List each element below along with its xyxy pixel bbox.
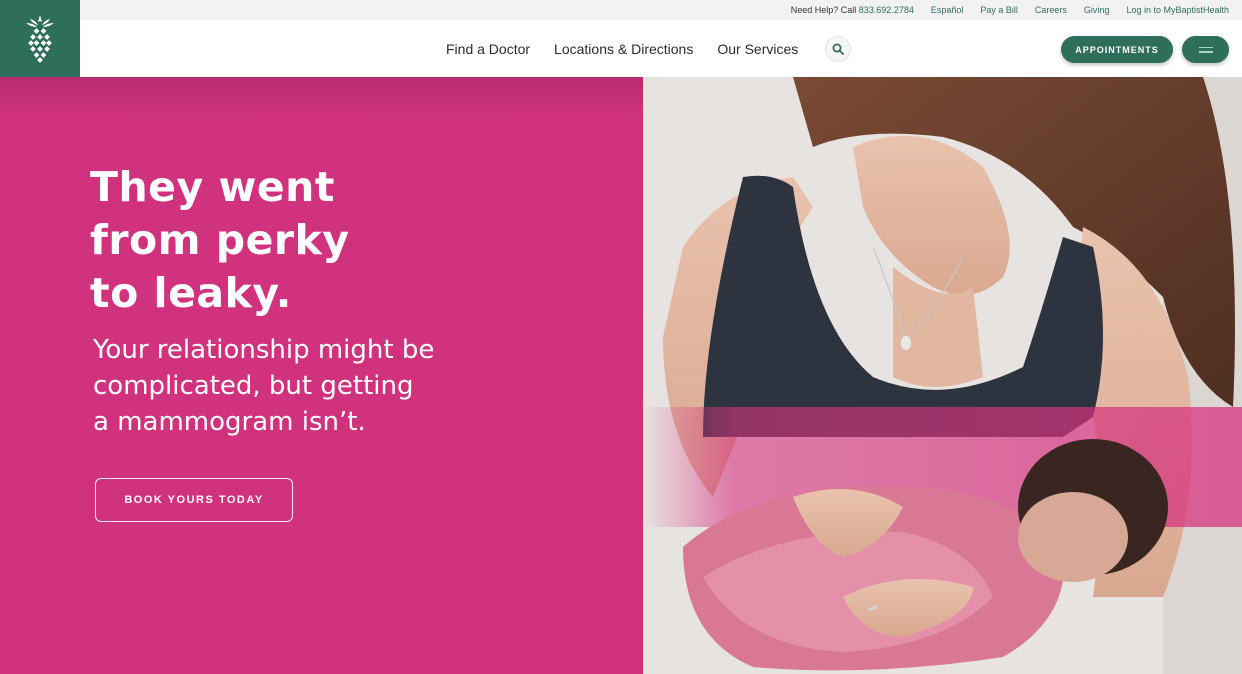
book-yours-today-button[interactable]: BOOK YOURS TODAY bbox=[95, 478, 293, 522]
pay-bill-link[interactable]: Pay a Bill bbox=[980, 5, 1018, 15]
help-label: Need Help? Call bbox=[790, 5, 857, 15]
hero-headline: They went from perky to leaky. bbox=[90, 161, 490, 320]
hero-photo bbox=[643, 77, 1242, 674]
headline-line: from perky bbox=[90, 216, 350, 264]
hamburger-menu-icon bbox=[1198, 46, 1213, 53]
hero-subhead: Your relationship might be complicated, … bbox=[93, 332, 513, 440]
headline-line: They went bbox=[90, 163, 335, 211]
search-button[interactable] bbox=[825, 36, 851, 62]
login-link[interactable]: Log in to MyBaptistHealth bbox=[1126, 5, 1229, 15]
menu-button[interactable] bbox=[1182, 36, 1229, 63]
giving-link[interactable]: Giving bbox=[1084, 5, 1110, 15]
help-text: Need Help? Call 833.692.2784 bbox=[791, 5, 914, 15]
utility-bar: Need Help? Call 833.692.2784 Español Pay… bbox=[80, 0, 1242, 20]
nav-find-doctor[interactable]: Find a Doctor bbox=[446, 41, 530, 57]
nav-services[interactable]: Our Services bbox=[717, 41, 798, 57]
mother-holding-newborn-photo bbox=[643, 77, 1242, 674]
careers-link[interactable]: Careers bbox=[1035, 5, 1067, 15]
appointments-button[interactable]: APPOINTMENTS bbox=[1061, 36, 1173, 63]
search-icon bbox=[832, 43, 844, 55]
hero-panel: They went from perky to leaky. Your rela… bbox=[0, 77, 643, 674]
subhead-line: Your relationship might be bbox=[93, 335, 435, 365]
pineapple-logo-icon bbox=[26, 14, 54, 63]
main-nav: Find a Doctor Locations & Directions Our… bbox=[80, 20, 1242, 77]
logo[interactable] bbox=[0, 0, 80, 77]
nav-links: Find a Doctor Locations & Directions Our… bbox=[446, 20, 798, 77]
headline-line: to leaky. bbox=[90, 269, 292, 317]
help-phone-link[interactable]: 833.692.2784 bbox=[859, 5, 914, 15]
espanol-link[interactable]: Español bbox=[931, 5, 964, 15]
nav-locations[interactable]: Locations & Directions bbox=[554, 41, 693, 57]
subhead-line: a mammogram isn’t. bbox=[93, 407, 366, 437]
subhead-line: complicated, but getting bbox=[93, 371, 414, 401]
